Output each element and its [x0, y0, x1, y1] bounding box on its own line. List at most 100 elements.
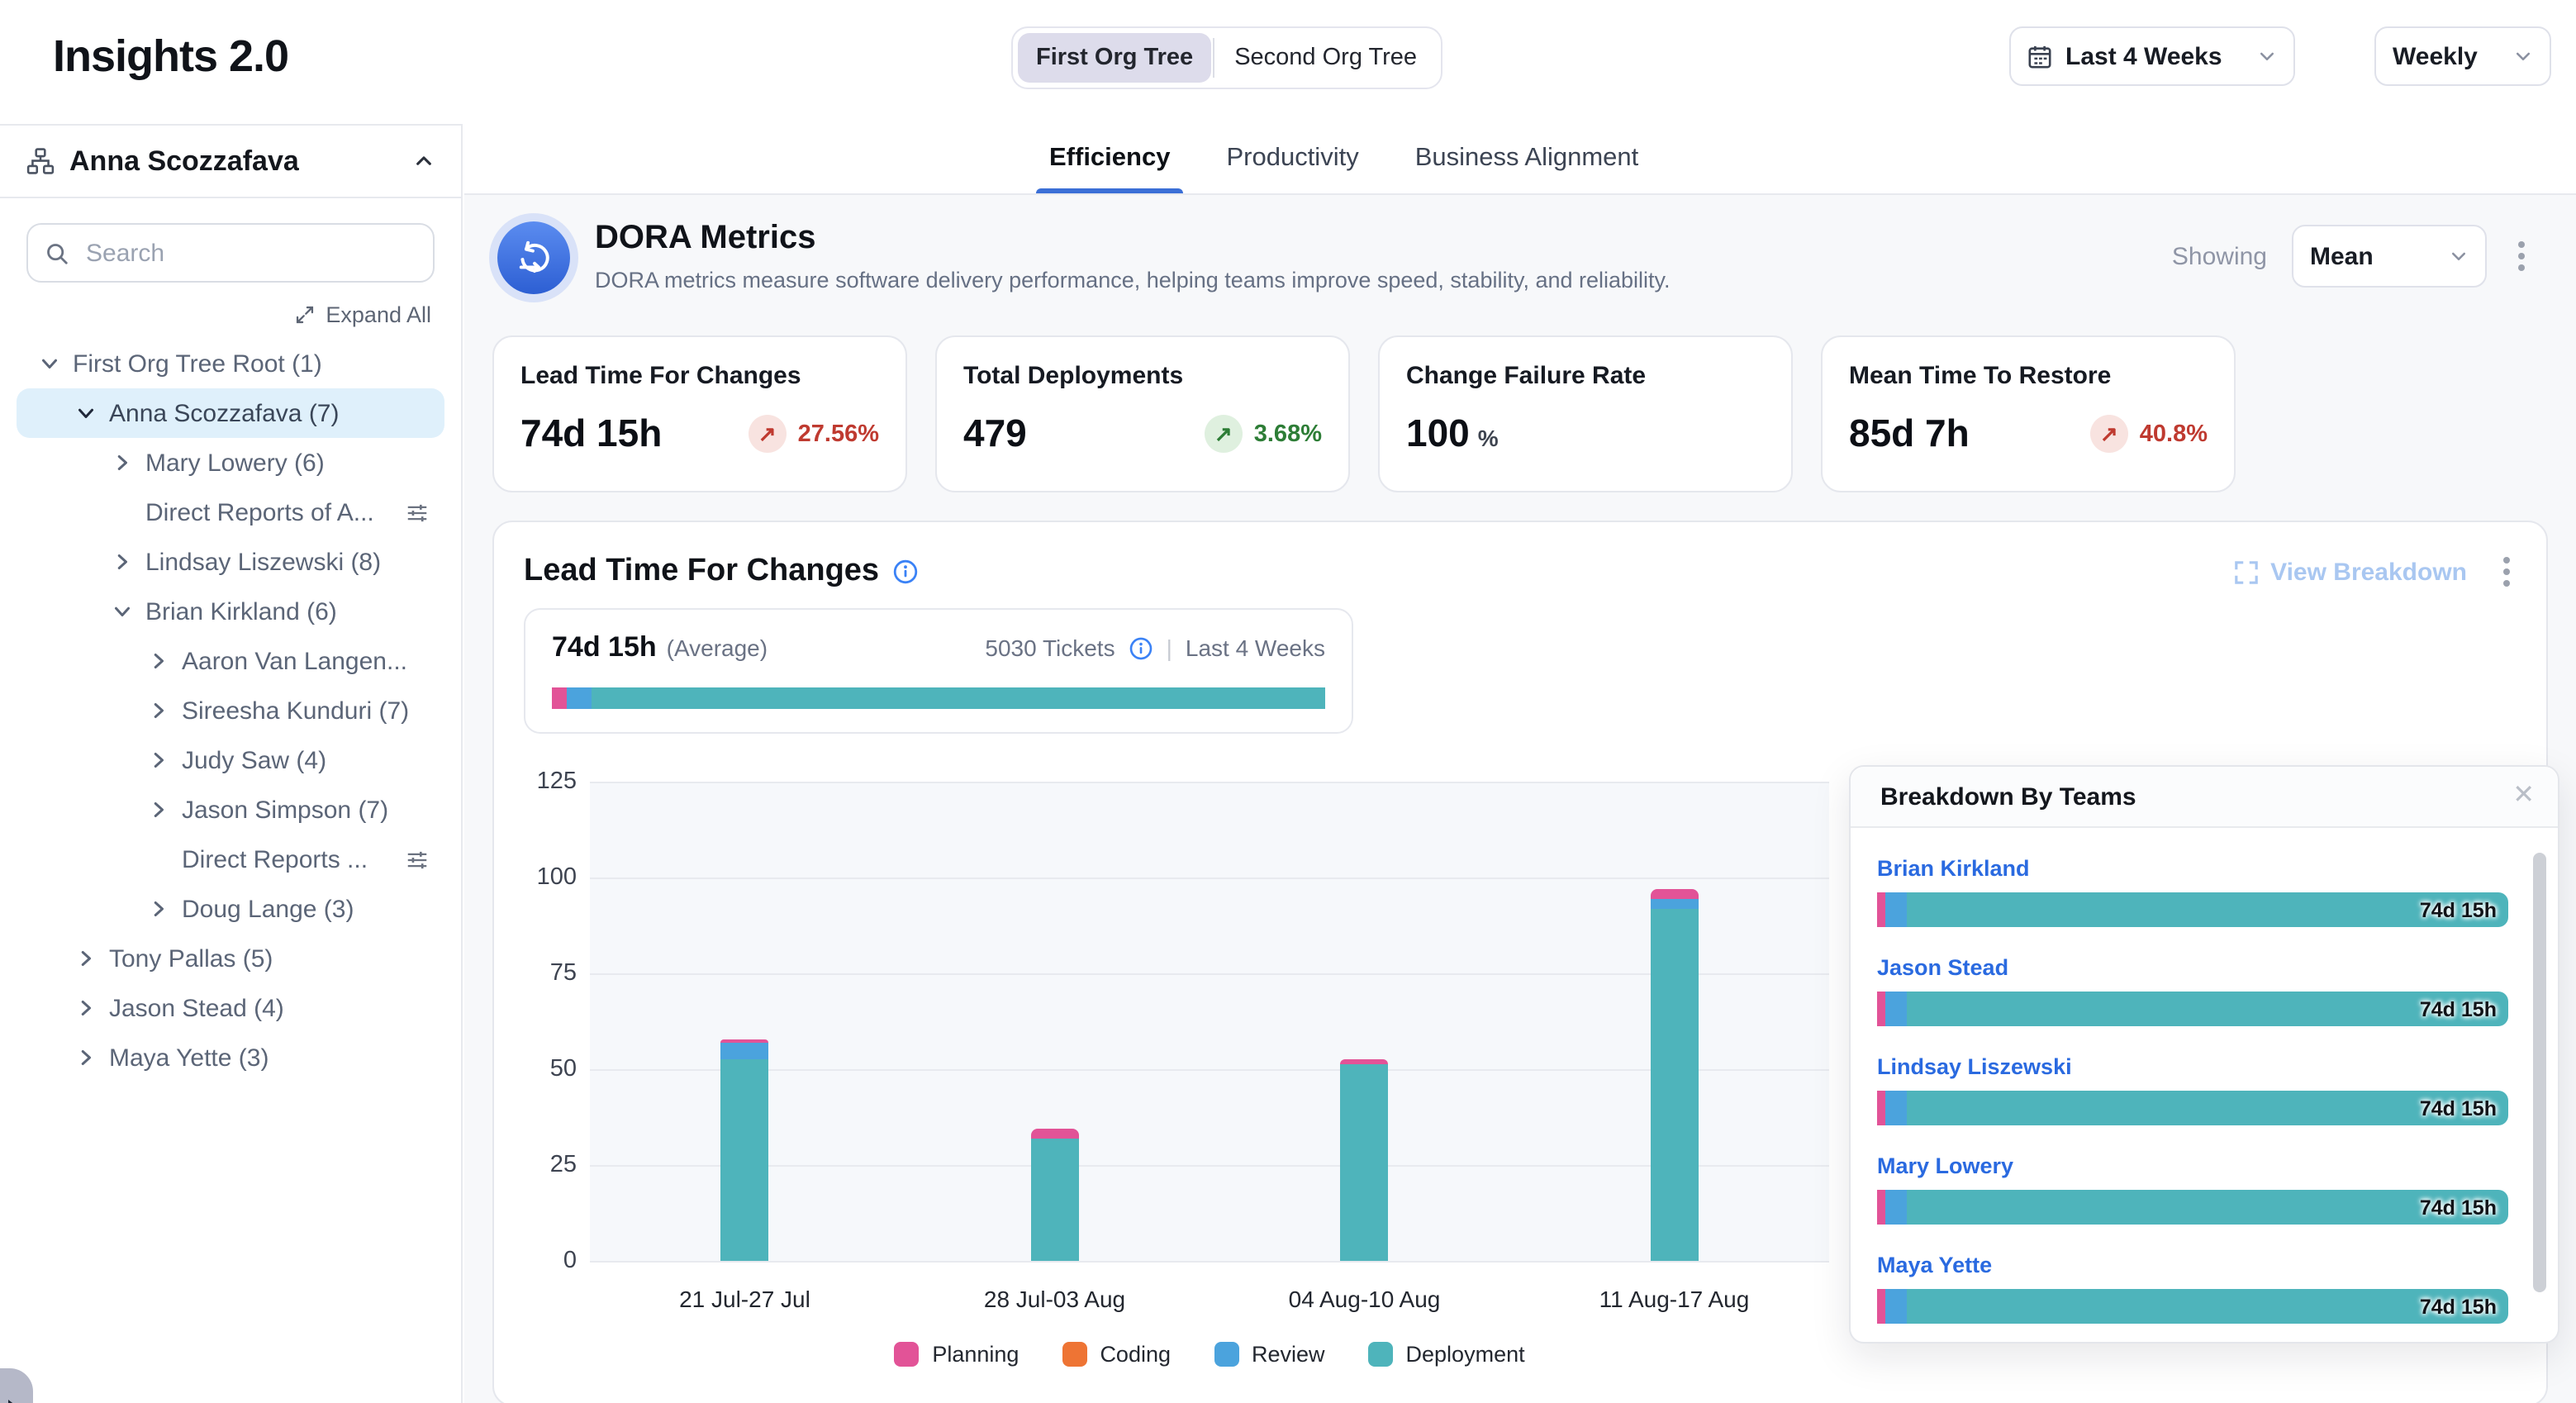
tree-item[interactable]: First Org Tree Root (1) — [17, 339, 444, 388]
chevron-up-icon[interactable] — [413, 150, 435, 172]
tree-item-label: Sireesha Kunduri (7) — [182, 697, 409, 725]
top-bar: Insights 2.0 First Org Tree Second Org T… — [0, 0, 2576, 124]
info-icon[interactable] — [1129, 635, 1153, 660]
breakdown-team-link[interactable]: Jason Stead — [1877, 955, 2008, 980]
lead-time-kebab-menu[interactable] — [2497, 550, 2517, 593]
dora-kebab-menu[interactable] — [2512, 235, 2531, 278]
breakdown-team-link[interactable]: Lindsay Liszewski — [1877, 1054, 2072, 1079]
chevron-right-icon[interactable] — [73, 995, 99, 1021]
breakdown-bar-segment-planning — [1877, 1190, 1885, 1225]
breakdown-bar-segment-planning — [1877, 892, 1885, 927]
tab-business-alignment[interactable]: Business Alignment — [1415, 124, 1639, 193]
toggle-second-org-tree[interactable]: Second Org Tree — [1216, 33, 1435, 83]
breakdown-bar-segment-review — [1885, 992, 1907, 1026]
tree-item-label: Direct Reports of A... — [145, 498, 374, 526]
breakdown-panel: Breakdown By Teams ✕ Brian Kirkland 74d 1… — [1849, 765, 2559, 1344]
metric-card-unit: % — [1478, 425, 1499, 451]
trend-badge: ↗27.56% — [749, 415, 879, 453]
tab-efficiency[interactable]: Efficiency — [1049, 124, 1170, 193]
y-tick-label: 75 — [550, 960, 577, 987]
tree-item[interactable]: Judy Saw (4) — [17, 735, 444, 785]
chevron-down-icon[interactable] — [36, 350, 63, 377]
filter-sliders-icon[interactable] — [405, 847, 430, 872]
bar-slot — [590, 782, 900, 1261]
org-tree-toggle: First Org Tree Second Org Tree — [1011, 26, 1442, 89]
legend-item-coding[interactable]: Coding — [1062, 1342, 1171, 1367]
panel-scrollbar-thumb[interactable] — [2533, 853, 2546, 1292]
chevron-right-icon[interactable] — [145, 797, 172, 823]
tree-item[interactable]: Brian Kirkland (6) — [17, 587, 444, 636]
chevron-right-icon[interactable] — [73, 1044, 99, 1071]
tree-item-label: Tony Pallas (5) — [109, 944, 273, 973]
chevron-right-icon[interactable] — [73, 945, 99, 972]
stacked-bar — [1341, 1059, 1389, 1261]
chevron-right-icon[interactable] — [145, 747, 172, 773]
tree-item[interactable]: Sireesha Kunduri (7) — [17, 686, 444, 735]
breakdown-bar-segment-deployment — [1907, 1190, 2508, 1225]
trend-badge: ↗40.8% — [2090, 415, 2208, 453]
dora-cycle-icon — [497, 221, 570, 294]
breakdown-team-link[interactable]: Brian Kirkland — [1877, 856, 2030, 881]
chevron-right-icon[interactable] — [145, 697, 172, 724]
bar-segment-review — [1651, 899, 1699, 909]
breakdown-bar: 74d 15h — [1877, 1091, 2508, 1125]
info-icon[interactable] — [892, 559, 919, 585]
chevron-right-icon[interactable] — [145, 896, 172, 922]
view-breakdown-button[interactable]: View Breakdown — [2234, 558, 2467, 586]
legend-item-deployment[interactable]: Deployment — [1368, 1342, 1525, 1367]
average-phase-bar — [552, 687, 1325, 709]
chevron-down-icon[interactable] — [109, 598, 135, 625]
tree-item[interactable]: Maya Yette (3) — [17, 1033, 444, 1082]
breakdown-team-link[interactable]: Maya Yette — [1877, 1253, 1992, 1277]
breakdown-row: Maya Yette74d 15h — [1877, 1251, 2508, 1324]
chevron-down-icon[interactable] — [73, 400, 99, 426]
legend-item-planning[interactable]: Planning — [894, 1342, 1019, 1367]
close-icon[interactable]: ✕ — [2512, 783, 2535, 810]
lead-time-title: Lead Time For Changes — [524, 554, 879, 590]
sidebar-header[interactable]: Anna Scozzafava — [0, 126, 461, 198]
tree-item[interactable]: Anna Scozzafava (7) — [17, 388, 444, 438]
tree-item[interactable]: Doug Lange (3) — [17, 884, 444, 934]
tab-productivity[interactable]: Productivity — [1226, 124, 1358, 193]
trend-delta-value: 27.56% — [798, 421, 879, 447]
chevron-right-icon[interactable] — [145, 648, 172, 674]
tree-item[interactable]: Mary Lowery (6) — [17, 438, 444, 487]
x-tick-label: 11 Aug-17 Aug — [1519, 1286, 1829, 1312]
tree-item[interactable]: Tony Pallas (5) — [17, 934, 444, 983]
chevron-right-icon[interactable] — [109, 549, 135, 575]
breakdown-team-link[interactable]: Mary Lowery — [1877, 1153, 2013, 1178]
showing-label: Showing — [2172, 242, 2267, 270]
date-range-dropdown[interactable]: Last 4 Weeks — [2009, 26, 2295, 86]
average-label: (Average) — [667, 635, 768, 661]
tree-item[interactable]: Lindsay Liszewski (8) — [17, 537, 444, 587]
tree-item[interactable]: Direct Reports ... — [17, 835, 444, 884]
metric-card-title: Mean Time To Restore — [1849, 362, 2208, 390]
x-tick-label: 04 Aug-10 Aug — [1210, 1286, 1519, 1312]
toggle-first-org-tree[interactable]: First Org Tree — [1018, 33, 1211, 83]
tree-item-label: First Org Tree Root (1) — [73, 350, 322, 378]
filter-sliders-icon[interactable] — [405, 500, 430, 525]
legend-item-review[interactable]: Review — [1214, 1342, 1325, 1367]
tree-item[interactable]: Jason Stead (4) — [17, 983, 444, 1033]
tree-item[interactable]: Direct Reports of A... — [17, 487, 444, 537]
tree-item-label: Direct Reports ... — [182, 845, 368, 873]
avg-bar-segment-planning — [552, 687, 567, 709]
org-tree-sidebar: Anna Scozzafava Expand All First Org Tre… — [0, 124, 463, 1403]
y-tick-label: 100 — [537, 864, 577, 891]
search-input[interactable] — [83, 237, 416, 269]
sidebar-collapse-handle[interactable] — [0, 1368, 33, 1403]
tree-item[interactable]: Jason Simpson (7) — [17, 785, 444, 835]
chevron-right-icon[interactable] — [109, 449, 135, 476]
breakdown-bar-segment-review — [1885, 1190, 1907, 1225]
expand-all-button[interactable]: Expand All — [0, 283, 461, 334]
tree-item[interactable]: Aaron Van Langen... — [17, 636, 444, 686]
trend-delta-value: 40.8% — [2140, 421, 2208, 447]
bar-segment-review — [721, 1043, 769, 1060]
breakdown-panel-header: Breakdown By Teams ✕ — [1851, 767, 2558, 828]
breakdown-value: 74d 15h — [2420, 1096, 2497, 1120]
granularity-dropdown[interactable]: Weekly — [2374, 26, 2551, 86]
expand-all-icon — [294, 304, 316, 326]
breakdown-bar-segment-planning — [1877, 992, 1885, 1026]
breakdown-bar-segment-planning — [1877, 1289, 1885, 1324]
aggregation-dropdown[interactable]: Mean — [2292, 225, 2487, 288]
